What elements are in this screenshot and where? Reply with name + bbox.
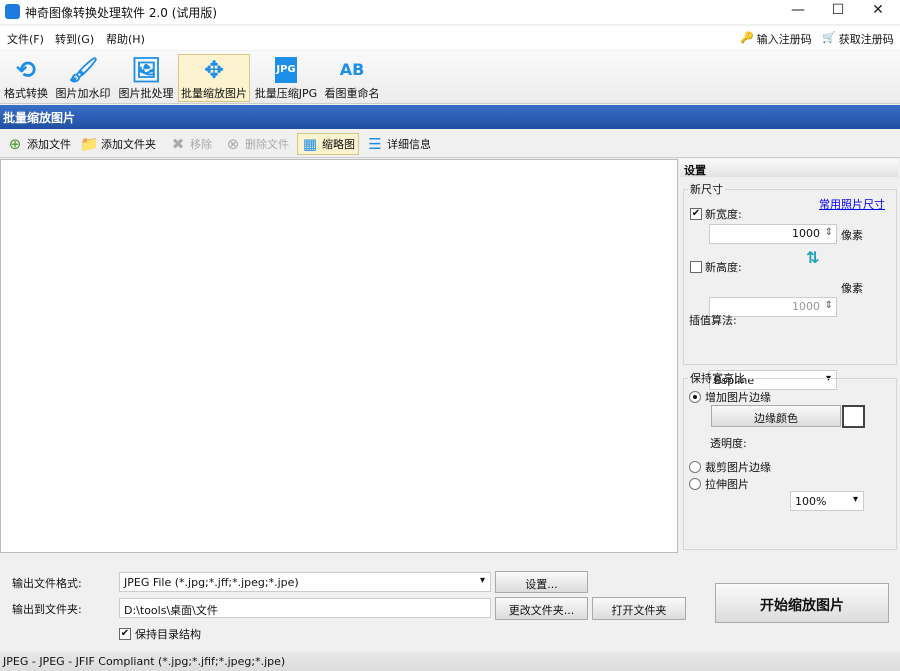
stretch-radio[interactable]: 拉伸图片 [689,476,749,492]
tool-batch-process[interactable]: 🖼 图片批处理 [116,54,176,102]
new-width-label: 新宽度: [705,208,742,221]
move-arrows-icon: ✥ [203,56,225,84]
app-icon [5,4,20,19]
checkbox-unchecked [690,261,702,273]
thumbnail-area[interactable] [0,159,678,553]
radio-unselected [689,461,701,473]
swap-icon[interactable]: ⇅ [806,248,819,267]
start-resize-button[interactable]: 开始缩放图片 [715,583,889,623]
thumbnail-label: 缩略图 [322,138,355,151]
new-width-checkbox[interactable]: ✔ 新宽度: [690,206,742,222]
change-folder-button[interactable]: 更改文件夹... [495,597,588,620]
tool-rename[interactable]: AB 看图重命名 [322,54,382,102]
remove-label: 移除 [190,138,212,151]
keep-structure-checkbox[interactable]: ✔ 保持目录结构 [119,626,201,642]
details-view-button[interactable]: ☰ 详细信息 [362,133,435,155]
add-folder-label: 添加文件夹 [101,138,156,151]
delete-file-label: 删除文件 [245,138,289,151]
checkbox-checked: ✔ [119,628,131,640]
add-file-label: 添加文件 [27,138,71,151]
width-unit: 像素 [841,229,863,242]
delete-icon: ⊗ [226,135,240,153]
tool-label: 图片加水印 [55,87,111,100]
radio-unselected [689,478,701,490]
maximize-button[interactable]: ☐ [818,2,858,22]
format-label: 输出文件格式: [12,577,82,590]
add-border-radio[interactable]: 增加图片边缘 [689,389,771,405]
keep-structure-label: 保持目录结构 [135,628,201,641]
folder-input[interactable]: D:\tools\桌面\文件 [119,598,491,618]
remove-icon: ✖ [171,135,185,153]
tool-watermark[interactable]: 🖌 图片加水印 [52,54,114,102]
new-height-label: 新高度: [705,261,742,274]
cart-icon: 🛒 [822,31,836,44]
minimize-button[interactable]: — [778,2,818,22]
tool-label: 批量压缩JPG [254,87,318,100]
key-icon: 🔑 [740,31,754,44]
new-size-legend: 新尺寸 [690,183,723,196]
get-code-link[interactable]: 🛒 获取注册码 [822,31,894,47]
tool-format-convert[interactable]: ⟲ 格式转换 [2,54,50,102]
grid-icon: ▦ [302,135,318,153]
close-button[interactable]: ✕ [858,2,898,22]
common-sizes-link[interactable]: 常用照片尺寸 [819,196,885,212]
height-unit: 像素 [841,282,863,295]
jpg-file-icon: JPG [275,57,297,83]
crop-border-radio[interactable]: 裁剪图片边缘 [689,459,771,475]
output-panel: 输出文件格式: JPEG File (*.jpg;*.jff;*.jpeg;*.… [0,555,900,651]
folder-label: 输出到文件夹: [12,603,82,616]
add-folder-icon: 📁 [80,135,99,153]
open-folder-button[interactable]: 打开文件夹 [592,597,686,620]
remove-button[interactable]: ✖ 移除 [165,133,216,155]
opacity-label: 透明度: [710,437,747,450]
main-toolbar: ⟲ 格式转换 🖌 图片加水印 🖼 图片批处理 ✥ 批量缩放图片 JPG 批量压缩JPG A… [0,51,900,104]
settings-title: 设置 [680,159,898,177]
format-select[interactable]: JPEG File (*.jpg;*.jff;*.jpeg;*.jpe) [119,572,491,592]
enter-code-link[interactable]: 🔑 输入注册码 [740,31,812,47]
add-folder-button[interactable]: 📁 添加文件夹 [76,133,160,155]
border-color-button[interactable]: 边缘颜色 [711,405,841,427]
settings-panel: 设置 新尺寸 常用照片尺寸 ✔新宽度: 1000 像素 ⇅ 新高度: 1000 … [680,159,900,553]
list-icon: ☰ [368,135,382,153]
menu-file[interactable]: 文件(F) [7,31,44,47]
delete-file-button[interactable]: ⊗ 删除文件 [220,133,293,155]
menu-help[interactable]: 帮助(H) [106,31,145,47]
menu-bar: 文件(F) 转到(G) 帮助(H) 🔑 输入注册码 🛒 获取注册码 [0,26,900,50]
details-label: 详细信息 [387,138,431,151]
convert-icon: ⟲ [15,56,37,84]
opacity-select[interactable]: 100% [790,491,864,511]
tool-label: 图片批处理 [118,87,174,100]
menu-goto[interactable]: 转到(G) [55,31,94,47]
title-bar: 神奇图像转换处理软件 2.0 (试用版) — ☐ ✕ [0,0,900,24]
crop-border-label: 裁剪图片边缘 [705,461,771,474]
new-height-checkbox[interactable]: 新高度: [690,259,742,275]
rename-icon: AB [339,60,365,79]
add-file-button[interactable]: ⊕ 添加文件 [2,133,75,155]
tool-batch-resize[interactable]: ✥ 批量缩放图片 [178,54,250,102]
brush-icon: 🖌 [68,56,99,84]
interp-label: 插值算法: [689,314,737,327]
new-width-input[interactable]: 1000 [709,224,837,244]
image-icon: 🖼 [131,56,162,84]
format-settings-button[interactable]: 设置... [495,571,588,593]
get-code-label: 获取注册码 [838,33,894,46]
section-header: 批量缩放图片 [0,105,900,129]
stretch-label: 拉伸图片 [705,478,749,491]
checkbox-checked: ✔ [690,208,702,220]
thumbnail-view-button[interactable]: ▦ 缩略图 [297,133,359,155]
tool-label: 看图重命名 [324,87,380,100]
add-file-icon: ⊕ [8,135,22,153]
tool-compress-jpg[interactable]: JPG 批量压缩JPG [252,54,320,102]
tool-label: 批量缩放图片 [181,87,247,100]
enter-code-label: 输入注册码 [756,33,812,46]
tool-label: 格式转换 [4,87,48,100]
status-bar: JPEG - JPEG - JFIF Compliant (*.jpg;*.jf… [0,652,900,671]
file-toolbar: ⊕ 添加文件 📁 添加文件夹 ✖ 移除 ⊗ 删除文件 ▦ 缩略图 ☰ 详细信息 [0,130,900,158]
window-title: 神奇图像转换处理软件 2.0 (试用版) [25,6,218,20]
keep-ratio-legend: 保持宽高比 [690,372,745,385]
border-color-swatch[interactable] [842,405,865,428]
add-border-label: 增加图片边缘 [705,391,771,404]
radio-selected [689,391,701,403]
